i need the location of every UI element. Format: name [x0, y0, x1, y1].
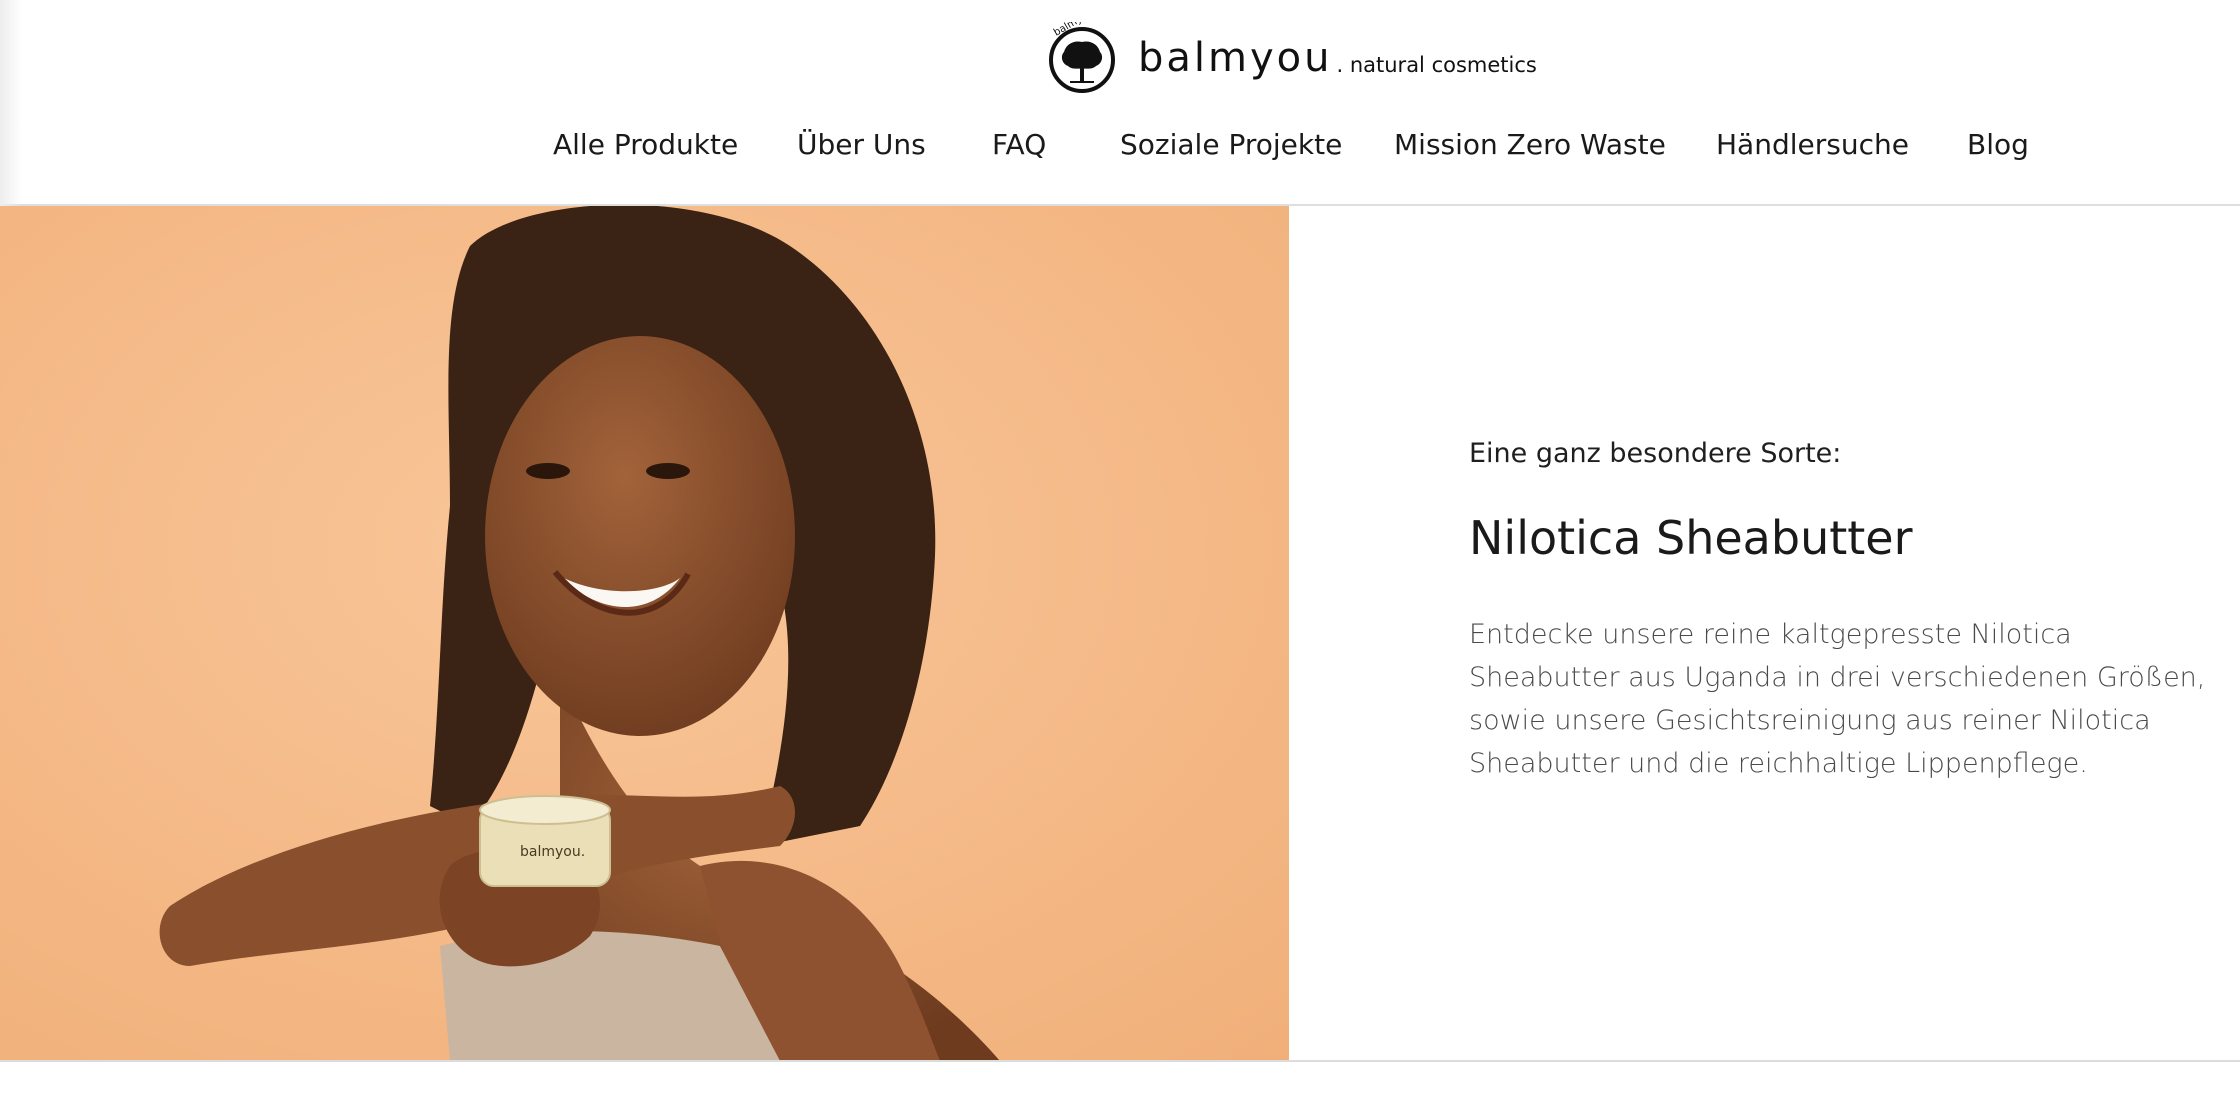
brand-logo-link[interactable]: balmyou balmyou . natural cosmetics: [1046, 22, 1537, 94]
woman-with-shea-butter-jar-photo: balmyou.: [0, 206, 1289, 1061]
nav-item-faq[interactable]: FAQ: [992, 128, 1046, 161]
hero-section: balmyou. Eine ganz besondere Sorte: Nilo…: [0, 206, 2240, 1061]
hero-headline: Nilotica Sheabutter: [1469, 511, 1913, 565]
brand-name: balmyou: [1138, 35, 1333, 81]
nav-item-ueber-uns[interactable]: Über Uns: [797, 128, 926, 161]
tree-logo-icon: balmyou: [1049, 22, 1115, 93]
nav-item-blog[interactable]: Blog: [1967, 128, 2029, 161]
hero-image: balmyou.: [0, 206, 1289, 1061]
nav-item-soziale-projekte[interactable]: Soziale Projekte: [1120, 128, 1342, 161]
site-header: balmyou balmyou . natural cosmetics Alle…: [0, 0, 2240, 206]
nav-item-alle-produkte[interactable]: Alle Produkte: [553, 128, 738, 161]
jar-label-text: balmyou.: [520, 844, 585, 860]
brand-tagline: . natural cosmetics: [1336, 53, 1537, 77]
nav-item-mission-zero-waste[interactable]: Mission Zero Waste: [1394, 128, 1666, 161]
section-divider: [0, 1060, 2240, 1062]
shea-butter-jar: balmyou.: [479, 795, 611, 887]
nav-item-haendlersuche[interactable]: Händlersuche: [1716, 128, 1909, 161]
main-nav: Alle Produkte Über Uns FAQ Soziale Proje…: [0, 128, 2240, 180]
hero-eyebrow: Eine ganz besondere Sorte:: [1469, 438, 1842, 469]
hero-description: Entdecke unsere reine kaltgepresste Nilo…: [1469, 619, 2206, 779]
hero-text-block: Eine ganz besondere Sorte: Nilotica Shea…: [1469, 438, 2209, 785]
